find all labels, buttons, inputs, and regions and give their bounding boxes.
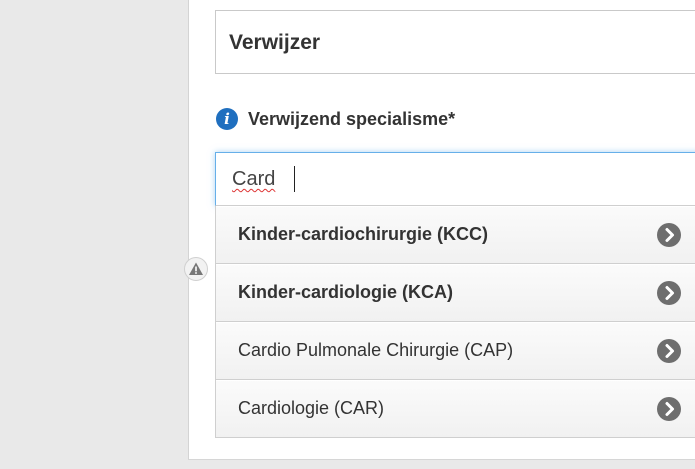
suggestion-label: Cardiologie (CAR) (238, 398, 385, 418)
suggestion-label: Kinder-cardiochirurgie (KCC) (238, 224, 489, 244)
chevron-right-icon (657, 223, 681, 247)
input-value[interactable]: Card (232, 168, 275, 191)
section-title: Verwijzer (229, 31, 321, 54)
chevron-right-icon (657, 397, 681, 421)
suggestion-label: Cardio Pulmonale Chirurgie (CAP) (238, 340, 514, 360)
field-label-row: i Verwijzend specialisme* (216, 105, 455, 133)
panel-divider (188, 459, 695, 460)
suggestion-item[interactable]: Cardio Pulmonale Chirurgie (CAP) (215, 322, 695, 380)
field-label: Verwijzend specialisme* (248, 108, 456, 129)
specialism-search-input[interactable]: Card (215, 152, 695, 206)
suggestion-item[interactable]: Cardiologie (CAR) (215, 380, 695, 438)
suggestion-label: Kinder-cardiologie (KCA) (238, 282, 454, 302)
suggestion-item[interactable]: Kinder-cardiochirurgie (KCC) (215, 206, 695, 264)
warning-icon (184, 257, 208, 281)
suggestion-list: Kinder-cardiochirurgie (KCC) Kinder-card… (215, 206, 695, 438)
section-header: Verwijzer (215, 10, 695, 74)
info-icon[interactable]: i (216, 108, 238, 130)
text-caret (294, 166, 295, 192)
chevron-right-icon (657, 339, 681, 363)
chevron-right-icon (657, 281, 681, 305)
suggestion-item[interactable]: Kinder-cardiologie (KCA) (215, 264, 695, 322)
